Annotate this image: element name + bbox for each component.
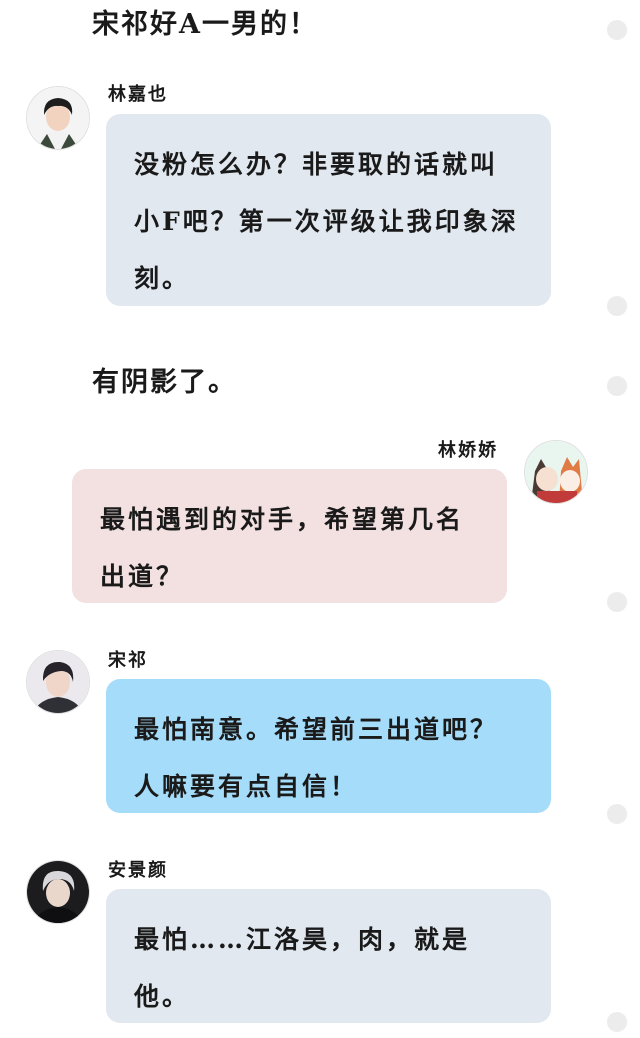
avatar-man-icon[interactable] <box>26 650 90 714</box>
message-text: 最怕遇到的对手，希望第几名出道？ <box>100 505 465 591</box>
side-dot <box>607 376 627 396</box>
avatar-boy-icon[interactable] <box>26 86 90 150</box>
narration-text: 有阴影了。 <box>92 367 237 398</box>
side-dot <box>607 296 627 316</box>
avatar-cartoon-cats-icon[interactable] <box>524 440 588 504</box>
side-dot <box>607 20 627 40</box>
side-dot <box>607 1012 627 1032</box>
sender-name: 林嘉也 <box>108 84 168 105</box>
narration-text: 宋祁好A一男的！ <box>92 9 318 40</box>
message-bubble[interactable]: 没粉怎么办？非要取的话就叫小F吧？第一次评级让我印象深刻。 <box>106 114 551 306</box>
message-text: 没粉怎么办？非要取的话就叫小F吧？第一次评级让我印象深刻。 <box>134 150 519 293</box>
sender-name: 林娇娇 <box>438 440 498 461</box>
message-text: 最怕南意。希望前三出道吧？人嘛要有点自信！ <box>134 715 499 801</box>
sender-name: 安景颜 <box>108 860 168 881</box>
sender-name: 宋祁 <box>108 650 148 671</box>
message-text: 最怕……江洛昊，肉，就是他。 <box>134 925 471 1011</box>
message-bubble[interactable]: 最怕……江洛昊，肉，就是他。 <box>106 889 551 1023</box>
side-dot <box>607 592 627 612</box>
message-bubble[interactable]: 最怕遇到的对手，希望第几名出道？ <box>72 469 507 603</box>
side-dot <box>607 804 627 824</box>
avatar-silver-hair-icon[interactable] <box>26 860 90 924</box>
message-bubble[interactable]: 最怕南意。希望前三出道吧？人嘛要有点自信！ <box>106 679 551 813</box>
